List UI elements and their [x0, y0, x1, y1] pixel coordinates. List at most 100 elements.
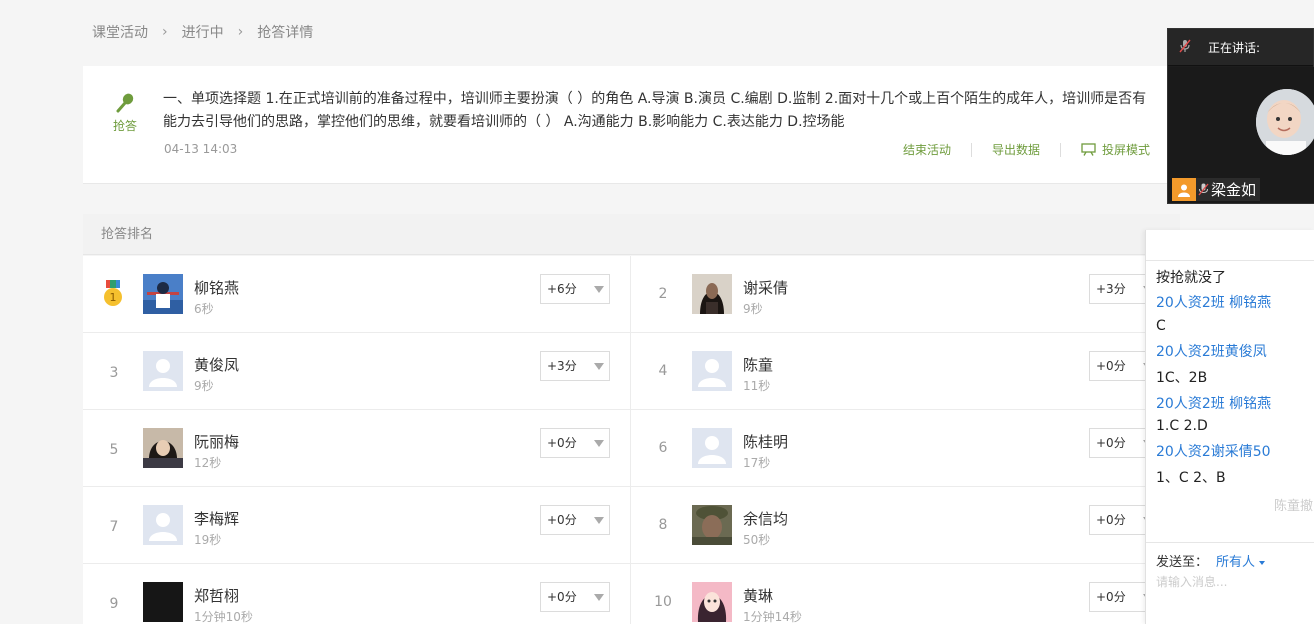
speaking-status: 正在讲话:: [1208, 40, 1261, 55]
speaker-name-box: 梁金如: [1196, 178, 1261, 201]
caret-down-icon: [594, 594, 604, 601]
score-value: +0分: [1096, 513, 1126, 527]
list-item: 7 李梅辉 19秒 +0分: [83, 487, 631, 563]
table-row: 3 黄俊凤 9秒 +3分 4 陈童 11秒 +0分: [83, 333, 1180, 410]
speaker-name-bar: 梁金如: [1172, 178, 1261, 201]
participant-name: 郑哲栩: [194, 587, 240, 605]
microphone-icon: [116, 93, 134, 113]
send-target-dropdown[interactable]: 所有人: [1216, 551, 1266, 570]
gold-medal-icon: 1: [103, 280, 123, 312]
score-value: +0分: [1096, 436, 1126, 450]
list-item: 1 柳铭燕 6秒 +6分: [83, 256, 631, 332]
response-time: 6秒: [194, 302, 214, 316]
participant-name: 陈桂明: [743, 433, 789, 451]
avatar: [692, 274, 732, 314]
caret-down-icon: [594, 363, 604, 370]
default-avatar-icon: [692, 351, 732, 391]
score-value: +0分: [547, 513, 577, 527]
question-card: 抢答 一、单项选择题 1.在正式培训前的准备过程中，培训师主要扮演（ ）的角色 …: [83, 66, 1168, 184]
question-time: 04-13 14:03: [164, 142, 238, 156]
activity-type: 抢答: [109, 92, 141, 134]
list-item: 5 阮丽梅 12秒 +0分: [83, 410, 631, 486]
score-select[interactable]: +0分: [540, 505, 610, 535]
caret-down-icon: [594, 440, 604, 447]
end-activity-button[interactable]: 结束活动: [903, 141, 951, 158]
score-value: +0分: [547, 436, 577, 450]
mic-icon: [1198, 183, 1209, 196]
list-item: 8 余信均 50秒 +0分: [632, 487, 1180, 563]
rank-number: 4: [658, 363, 668, 379]
divider: [1059, 142, 1061, 157]
chat-compose: 发送至： 所有人: [1146, 542, 1314, 624]
list-item: 4 陈童 11秒 +0分: [632, 333, 1180, 409]
default-avatar-icon: [692, 428, 732, 468]
rank-number: 9: [109, 596, 119, 612]
projection-mode-label: 投屏模式: [1101, 143, 1150, 157]
send-to-label: 发送至：: [1156, 555, 1209, 570]
avatar: [692, 582, 732, 622]
participant-name: 李梅辉: [194, 510, 240, 528]
message-input[interactable]: [1156, 575, 1306, 589]
caret-down-icon: [594, 286, 604, 293]
response-time: 50秒: [743, 533, 771, 547]
video-status-bar: 正在讲话:: [1168, 29, 1313, 66]
breadcrumb: 课堂活动 › 进行中 › 抢答详情: [92, 22, 313, 42]
divider: [970, 142, 972, 157]
list-item: 9 郑哲栩 1分钟10秒 +0分: [83, 564, 631, 624]
list-item: 2 谢采倩 9秒 +3分: [632, 256, 1180, 332]
send-target-value: 所有人: [1216, 555, 1256, 570]
rank-number: 10: [654, 594, 672, 610]
ranking-list: 1 柳铭燕 6秒 +6分 2 谢采倩 9秒 +3分 3 黄俊凤 9秒 +3分 4…: [83, 256, 1180, 624]
score-value: +3分: [547, 359, 577, 373]
projection-mode-button[interactable]: 投屏模式: [1081, 141, 1150, 158]
score-select[interactable]: +3分: [540, 351, 610, 381]
video-area: 梁金如: [1168, 67, 1314, 203]
chat-sender[interactable]: 20人资2谢采倩50: [1156, 441, 1271, 461]
response-time: 12秒: [194, 456, 222, 470]
chat-sender[interactable]: 20人资2班黄俊凤: [1156, 341, 1267, 361]
chat-message: 1、C 2、B: [1156, 470, 1226, 486]
participant-name: 阮丽梅: [194, 433, 240, 451]
breadcrumb-current: 抢答详情: [257, 25, 314, 41]
participant-name: 谢采倩: [743, 279, 789, 297]
score-select[interactable]: +6分: [540, 274, 610, 304]
chat-sender[interactable]: 20人资2班 柳铭燕: [1156, 393, 1271, 413]
participant-name: 黄俊凤: [194, 356, 240, 374]
rank-number: 7: [109, 519, 119, 535]
response-time: 19秒: [194, 533, 222, 547]
caret-down-icon: [594, 517, 604, 524]
response-time: 11秒: [743, 379, 771, 393]
score-value: +0分: [547, 590, 577, 604]
response-time: 1分钟10秒: [194, 610, 253, 624]
table-row: 1 柳铭燕 6秒 +6分 2 谢采倩 9秒 +3分: [83, 256, 1180, 333]
projector-icon: [1081, 143, 1096, 156]
score-value: +6分: [547, 282, 577, 296]
rank-number: 3: [109, 365, 119, 381]
score-select[interactable]: +0分: [540, 428, 610, 458]
avatar: [692, 505, 732, 545]
user-icon: [1172, 178, 1196, 201]
list-item: 3 黄俊凤 9秒 +3分: [83, 333, 631, 409]
breadcrumb-classroom-activity[interactable]: 课堂活动: [92, 22, 148, 42]
rank-number: 5: [109, 442, 119, 458]
table-row: 5 阮丽梅 12秒 +0分 6 陈桂明 17秒 +0分: [83, 410, 1180, 487]
avatar: [143, 428, 183, 468]
table-row: 7 李梅辉 19秒 +0分 8 余信均 50秒 +0分: [83, 487, 1180, 564]
system-notice: 陈童撤: [1274, 499, 1314, 514]
score-select[interactable]: +0分: [540, 582, 610, 612]
breadcrumb-in-progress[interactable]: 进行中: [182, 22, 224, 42]
mic-off-icon[interactable]: [1178, 39, 1192, 56]
chevron-right-icon: ›: [162, 24, 168, 40]
participant-name: 柳铭燕: [194, 279, 240, 297]
rank-number: 8: [658, 517, 668, 533]
default-avatar-icon: [143, 351, 183, 391]
avatar: [143, 274, 183, 314]
rank-number: 6: [658, 440, 668, 456]
speaker-avatar: [1256, 89, 1314, 155]
chat-header: [1146, 230, 1314, 261]
speaker-name: 梁金如: [1211, 181, 1257, 199]
chat-sender[interactable]: 20人资2班 柳铭燕: [1156, 292, 1271, 312]
response-time: 9秒: [743, 302, 763, 316]
export-data-button[interactable]: 导出数据: [992, 141, 1040, 158]
response-time: 1分钟14秒: [743, 610, 802, 624]
